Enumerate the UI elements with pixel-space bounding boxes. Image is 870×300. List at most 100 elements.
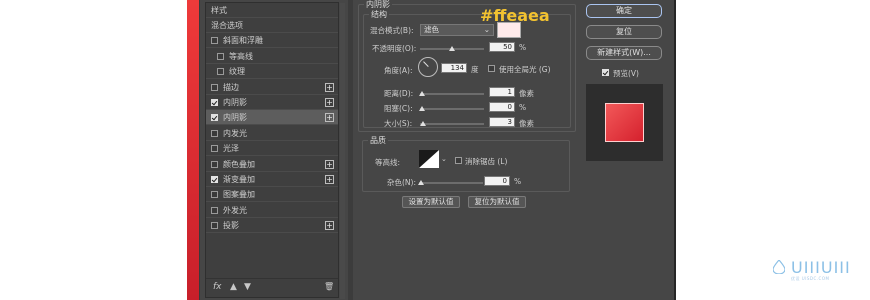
choke-label: 阻塞(C): bbox=[384, 104, 413, 113]
style-list-item[interactable]: 描边 + bbox=[206, 80, 338, 95]
style-checkbox[interactable] bbox=[211, 145, 218, 153]
style-list-item-label: 内发光 bbox=[223, 128, 247, 138]
add-style-icon[interactable]: + bbox=[325, 82, 334, 92]
logo-text: UIIIUIII bbox=[791, 258, 851, 277]
style-checkbox[interactable] bbox=[211, 129, 218, 137]
style-list-item[interactable]: 斜面和浮雕 bbox=[206, 33, 338, 49]
style-list-item-label: 颜色叠加 bbox=[223, 159, 255, 169]
opacity-input[interactable]: 50 bbox=[489, 42, 515, 52]
contour-picker[interactable] bbox=[419, 150, 439, 168]
brand-logo: UIIIUIII 优设 UISDC.COM bbox=[773, 258, 863, 282]
style-list-item[interactable]: 光泽 bbox=[206, 141, 338, 157]
size-label: 大小(S): bbox=[384, 119, 413, 128]
move-down-icon[interactable]: ▼ bbox=[244, 282, 251, 292]
add-style-icon[interactable]: + bbox=[325, 221, 334, 231]
style-checkbox[interactable] bbox=[211, 176, 218, 183]
fx-icon[interactable]: fx bbox=[213, 282, 222, 292]
noise-slider[interactable] bbox=[419, 182, 483, 184]
style-list-item[interactable]: 等高线 bbox=[206, 49, 338, 64]
contour-chevron-icon[interactable]: ⌄ bbox=[441, 155, 447, 163]
opacity-label: 不透明度(O): bbox=[372, 44, 417, 53]
droplet-icon bbox=[773, 260, 785, 274]
style-list-item[interactable]: 外发光 bbox=[206, 203, 338, 218]
chevron-down-icon: ⌄ bbox=[483, 25, 490, 34]
choke-input[interactable]: 0 bbox=[489, 102, 515, 112]
structure-group: 结构 混合模式(B): 滤色 ⌄ 不透明度(O): 50 % 角度(A): 13… bbox=[363, 9, 571, 128]
blend-mode-select[interactable]: 滤色 ⌄ bbox=[420, 24, 494, 36]
angle-input[interactable]: 134 bbox=[441, 63, 467, 73]
style-list-item-label: 混合选项 bbox=[211, 21, 243, 30]
new-style-button[interactable]: 新建样式(W)... bbox=[586, 46, 662, 60]
add-style-icon[interactable]: + bbox=[325, 113, 334, 123]
preview-swatch bbox=[605, 103, 644, 142]
style-checkbox[interactable] bbox=[217, 52, 224, 60]
style-list-item[interactable]: 内发光 bbox=[206, 126, 338, 141]
choke-slider-thumb[interactable] bbox=[419, 106, 425, 111]
noise-label: 杂色(N): bbox=[387, 178, 416, 187]
noise-slider-thumb[interactable] bbox=[418, 180, 424, 185]
structure-legend: 结构 bbox=[369, 9, 389, 20]
style-checkbox[interactable] bbox=[211, 160, 218, 168]
dialog-edge bbox=[674, 0, 676, 300]
antialias-label: 消除锯齿 (L) bbox=[465, 157, 508, 166]
logo-subtext: 优设 UISDC.COM bbox=[791, 276, 830, 281]
preview-label: 预览(V) bbox=[613, 69, 639, 78]
style-list-item-label: 描边 bbox=[223, 82, 239, 92]
style-list-item[interactable]: 图案叠加 bbox=[206, 187, 338, 203]
style-list-item[interactable]: 纹理 bbox=[206, 64, 338, 80]
contour-curve bbox=[419, 150, 439, 168]
style-checkbox[interactable] bbox=[211, 222, 218, 230]
style-list-item-label: 内阴影 bbox=[223, 98, 247, 107]
add-style-icon[interactable]: + bbox=[325, 159, 334, 169]
style-list-item[interactable]: 投影 + bbox=[206, 218, 338, 234]
reset-default-button[interactable]: 复位为默认值 bbox=[468, 196, 526, 208]
style-list-item-label: 内阴影 bbox=[223, 113, 247, 123]
global-light-label: 使用全局光 (G) bbox=[499, 65, 551, 74]
distance-slider[interactable] bbox=[420, 93, 484, 95]
style-checkbox[interactable] bbox=[211, 37, 218, 45]
style-checkbox[interactable] bbox=[211, 191, 218, 199]
size-slider[interactable] bbox=[420, 123, 484, 125]
style-list-item[interactable]: 渐变叠加 + bbox=[206, 172, 338, 187]
style-list-item-label: 斜面和浮雕 bbox=[223, 36, 263, 46]
distance-label: 距离(D): bbox=[384, 89, 414, 98]
noise-input[interactable]: 0 bbox=[484, 176, 510, 186]
style-checkbox[interactable] bbox=[211, 114, 218, 122]
style-list-item-label: 等高线 bbox=[229, 51, 253, 61]
style-preview bbox=[586, 84, 663, 161]
style-list-item-label: 外发光 bbox=[223, 205, 247, 215]
set-default-button[interactable]: 设置为默认值 bbox=[402, 196, 460, 208]
style-checkbox[interactable] bbox=[211, 206, 218, 214]
style-checkbox[interactable] bbox=[211, 99, 218, 106]
move-up-icon[interactable]: ▲ bbox=[230, 282, 237, 292]
size-slider-thumb[interactable] bbox=[420, 121, 426, 126]
angle-dial[interactable] bbox=[418, 57, 438, 77]
style-list-footer: fx ▲ ▼ 🗑 bbox=[206, 278, 338, 297]
style-list-item[interactable]: 内阴影 + bbox=[206, 110, 338, 126]
trash-icon[interactable]: 🗑 bbox=[324, 282, 334, 291]
style-list-header[interactable]: 样式 bbox=[206, 3, 338, 18]
hex-color-annotation: #ffeaea bbox=[480, 6, 550, 25]
style-list-scrollbar[interactable] bbox=[340, 3, 345, 299]
style-list-item[interactable]: 颜色叠加 + bbox=[206, 157, 338, 172]
distance-slider-thumb[interactable] bbox=[419, 91, 425, 96]
blend-mode-label: 混合模式(B): bbox=[370, 26, 414, 35]
reset-button[interactable]: 复位 bbox=[586, 25, 662, 39]
angle-needle bbox=[423, 61, 429, 67]
size-input[interactable]: 3 bbox=[489, 117, 515, 127]
preview-checkbox[interactable] bbox=[602, 69, 609, 76]
style-list: 样式 混合选项 斜面和浮雕 等高线 纹理 描边 + 内阴影 + 内阴影 + 内发光 光泽 颜色叠加 + 渐变… bbox=[205, 2, 345, 299]
choke-slider[interactable] bbox=[420, 108, 484, 110]
global-light-checkbox[interactable] bbox=[488, 65, 495, 72]
antialias-checkbox[interactable] bbox=[455, 157, 462, 164]
style-checkbox[interactable] bbox=[211, 83, 218, 91]
style-list-item[interactable]: 内阴影 + bbox=[206, 95, 338, 110]
style-list-item[interactable]: 混合选项 bbox=[206, 18, 338, 33]
add-style-icon[interactable]: + bbox=[325, 175, 334, 184]
distance-input[interactable]: 1 bbox=[489, 87, 515, 97]
ok-button[interactable]: 确定 bbox=[586, 4, 662, 18]
opacity-slider-thumb[interactable] bbox=[449, 46, 455, 51]
style-list-item-label: 光泽 bbox=[223, 144, 239, 154]
add-style-icon[interactable]: + bbox=[325, 98, 334, 107]
style-checkbox[interactable] bbox=[217, 68, 224, 76]
